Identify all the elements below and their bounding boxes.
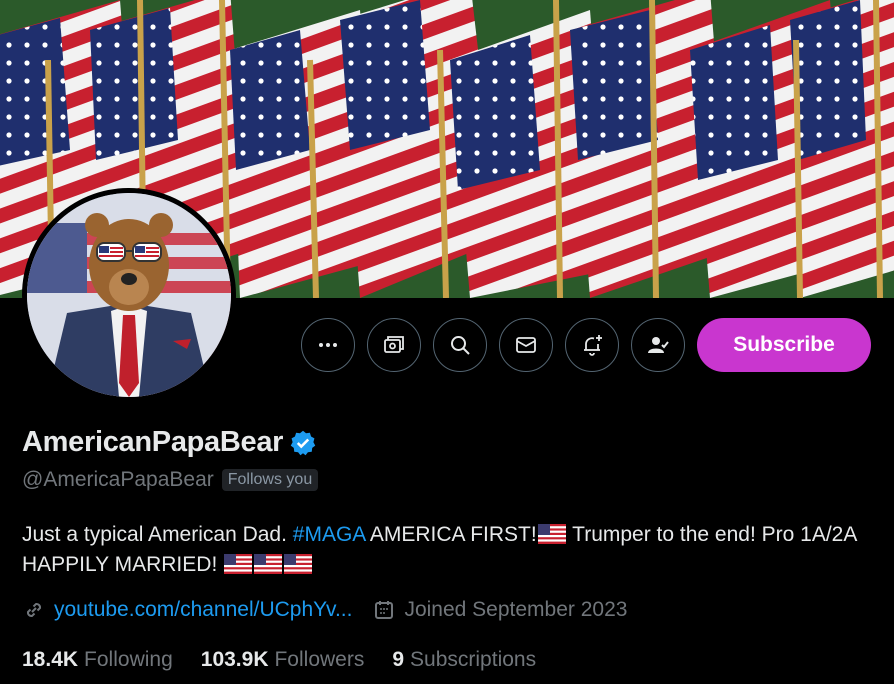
following-count: 18.4K	[22, 648, 79, 671]
follows-you-badge: Follows you	[221, 469, 319, 491]
profile-stats: 18.4K Following 103.9K Followers 9 Subsc…	[22, 648, 536, 672]
us-flag-icon	[224, 554, 253, 574]
bio-text: Just a typical American Dad.	[22, 523, 293, 546]
verified-badge-icon[interactable]	[289, 429, 317, 457]
link-icon	[26, 602, 42, 618]
money-icon	[384, 336, 404, 353]
subscriptions-link[interactable]: 9 Subscriptions	[392, 648, 536, 672]
profile-actions: Subscribe	[301, 318, 871, 372]
search-profile-button[interactable]	[433, 318, 487, 372]
following-label: Following	[84, 648, 173, 671]
website-link[interactable]: youtube.com/channel/UCphYv...	[54, 598, 352, 622]
hashtag-link[interactable]: #MAGA	[293, 523, 365, 546]
us-flag-icon	[537, 524, 566, 544]
avatar[interactable]	[22, 188, 236, 402]
following-check-icon	[648, 337, 669, 353]
bio-text: AMERICA FIRST!	[365, 523, 537, 546]
handle: @AmericaPapaBear	[22, 468, 214, 491]
tip-button[interactable]	[367, 318, 421, 372]
joined-date: Joined September 2023	[372, 598, 627, 622]
profile-meta: youtube.com/channel/UCphYv... Joined Sep…	[22, 598, 627, 622]
calendar-icon	[375, 601, 394, 619]
bio: Just a typical American Dad. #MAGA AMERI…	[22, 520, 872, 580]
us-flag-icon	[284, 554, 313, 574]
followers-count: 103.9K	[200, 648, 269, 671]
handle-row: @AmericaPapaBear Follows you	[22, 468, 319, 492]
us-flag-icon	[254, 554, 283, 574]
joined-text: Joined September 2023	[404, 598, 628, 621]
message-button[interactable]	[499, 318, 553, 372]
following-link[interactable]: 18.4K Following	[22, 648, 173, 672]
subscribe-button[interactable]: Subscribe	[697, 318, 871, 372]
display-name: AmericanPapaBear	[22, 426, 284, 458]
message-icon	[516, 337, 536, 353]
website: youtube.com/channel/UCphYv...	[22, 598, 352, 622]
more-button[interactable]	[301, 318, 355, 372]
more-icon	[319, 343, 337, 347]
followers-link[interactable]: 103.9K Followers	[201, 648, 365, 672]
notifications-button[interactable]	[565, 318, 619, 372]
subscriptions-count: 9	[392, 648, 405, 671]
subscriptions-label: Subscriptions	[410, 648, 537, 671]
search-icon	[451, 336, 470, 355]
avatar-image	[27, 193, 231, 397]
name-row: AmericanPapaBear	[22, 426, 317, 459]
followers-label: Followers	[274, 648, 365, 671]
following-button[interactable]	[631, 318, 685, 372]
notification-add-icon	[584, 335, 602, 356]
